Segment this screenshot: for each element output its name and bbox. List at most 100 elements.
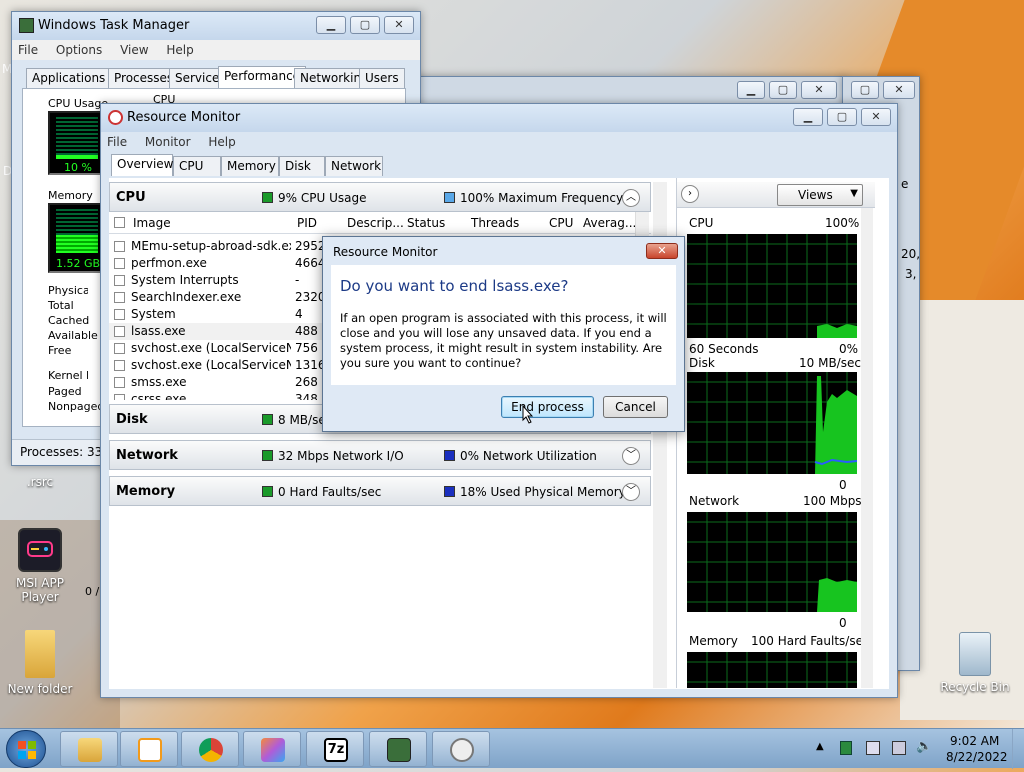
menu-help[interactable]: Help [208,132,235,152]
process-table-header: Image PID Descrip... Status Threads CPU … [109,212,651,234]
row-checkbox[interactable] [114,394,125,400]
cpu-section-header[interactable]: CPU 9% CPU Usage 100% Maximum Frequency … [109,182,651,212]
tray-app-icon[interactable] [840,741,852,755]
minimize-button[interactable]: ▁ [737,81,765,99]
taskbar-task-manager[interactable] [369,731,427,767]
taskbar-paint-app[interactable] [243,731,301,767]
dialog-title: Resource Monitor [333,245,438,259]
col-average[interactable]: Averag... [583,216,636,230]
memory-section-title: Memory [116,484,176,499]
desktop-icon-recycle-bin[interactable]: Recycle Bin [935,632,1015,694]
tab-applications[interactable]: Applications [26,68,112,88]
show-hidden-icons[interactable]: ▲ [816,741,824,752]
row-checkbox[interactable] [114,292,125,303]
menu-monitor[interactable]: Monitor [145,132,191,152]
end-process-dialog[interactable]: Resource Monitor ✕ Do you want to end ls… [322,236,685,432]
close-button[interactable]: ✕ [801,81,837,99]
row-checkbox[interactable] [114,309,125,320]
col-pid[interactable]: PID [297,216,317,230]
process-image: MEmu-setup-abroad-sdk.exe [131,239,291,253]
dialog-content: Do you want to end lsass.exe? If an open… [331,265,676,385]
task-manager-titlebar[interactable]: Windows Task Manager ▁ ▢ ✕ [12,12,420,40]
taskbar-7zip[interactable]: 7z [306,731,364,767]
col-description[interactable]: Descrip... [347,216,404,230]
cpu-graph-svg [687,234,857,338]
expand-chevron-icon[interactable]: ﹀ [622,447,640,465]
desktop-icon-rsrc[interactable]: .rsrc [0,475,80,489]
menu-help[interactable]: Help [166,40,193,60]
expand-chevron-icon[interactable]: ﹀ [622,483,640,501]
task-manager-tabs: Applications Processes Services Performa… [26,66,420,88]
maximize-button[interactable]: ▢ [769,81,797,99]
maximize-button[interactable]: ▢ [350,16,380,34]
tab-network[interactable]: Network [325,156,383,176]
network-graph-max: 100 Mbps [803,494,862,508]
col-threads[interactable]: Threads [471,216,519,230]
minimize-button[interactable]: ▁ [793,108,823,126]
col-cpu[interactable]: CPU [549,216,573,230]
cancel-button[interactable]: Cancel [603,396,668,418]
menu-view[interactable]: View [120,40,148,60]
row-checkbox[interactable] [114,258,125,269]
process-image: SearchIndexer.exe [131,290,242,304]
row-checkbox[interactable] [114,326,125,337]
tab-performance[interactable]: Performance [218,66,307,88]
menu-file[interactable]: File [107,132,127,152]
menu-file[interactable]: File [18,40,38,60]
col-status[interactable]: Status [407,216,445,230]
task-manager-menubar: File Options View Help [12,40,420,60]
clock-date[interactable]: 8/22/2022 [946,750,1008,764]
taskbar-resource-monitor[interactable] [432,731,490,767]
col-image[interactable]: Image [133,216,171,230]
taskbar-explorer[interactable] [60,731,118,767]
close-button[interactable]: ✕ [384,16,414,34]
memory-graph [687,652,857,688]
maximize-button[interactable]: ▢ [827,108,857,126]
minimize-button[interactable]: ▢ [851,81,879,99]
start-button[interactable] [6,730,46,768]
cpu-usage-swatch [262,192,273,203]
taskbar-media-player[interactable] [120,731,178,767]
process-pid: 4 [295,307,303,321]
network-section-header[interactable]: Network 32 Mbps Network I/O 0% Network U… [109,440,651,470]
close-button[interactable]: ✕ [646,243,678,259]
tab-disk[interactable]: Disk [279,156,325,176]
desktop-icon-new-folder[interactable]: New folder [0,630,80,696]
tab-users[interactable]: Users [359,68,405,88]
row-checkbox[interactable] [114,360,125,371]
row-checkbox[interactable] [114,241,125,252]
dialog-titlebar[interactable]: Resource Monitor ✕ [323,237,684,263]
memory-section-header[interactable]: Memory 0 Hard Faults/sec 18% Used Physic… [109,476,651,506]
desktop-icon-msi-app-player[interactable]: MSI APP Player [0,528,80,604]
process-pid: 348 [295,392,318,400]
action-center-icon[interactable] [892,741,906,755]
select-all-checkbox[interactable] [114,217,125,228]
disk-section-title: Disk [116,412,148,427]
menu-options[interactable]: Options [56,40,102,60]
show-desktop-button[interactable] [1012,729,1024,769]
mouse-cursor-icon [522,405,534,424]
network-icon[interactable] [866,741,880,755]
tab-memory[interactable]: Memory [221,156,279,176]
close-button[interactable]: ✕ [861,108,891,126]
collapse-chevron-icon[interactable]: ︿ [622,189,640,207]
row-checkbox[interactable] [114,343,125,354]
close-button[interactable]: ✕ [883,81,915,99]
task-manager-title: Windows Task Manager [38,18,190,33]
network-section-title: Network [116,448,178,463]
volume-icon[interactable]: 🔈 [916,739,932,754]
resource-monitor-titlebar[interactable]: Resource Monitor ▁ ▢ ✕ [101,104,897,132]
clock-time[interactable]: 9:02 AM [950,734,999,748]
taskbar-chrome[interactable] [181,731,239,767]
graph-panel-scrollbar[interactable] [861,208,873,688]
disk-io-swatch [262,414,273,425]
minimize-button[interactable]: ▁ [316,16,346,34]
row-checkbox[interactable] [114,275,125,286]
tab-cpu[interactable]: CPU [173,156,221,176]
collapse-panel-icon[interactable]: › [681,185,699,203]
memory-graph-title: Memory [689,634,738,648]
views-dropdown[interactable]: Views ▼ [777,184,863,206]
end-process-button[interactable]: End process [501,396,594,418]
tab-overview[interactable]: Overview [111,154,174,176]
row-checkbox[interactable] [114,377,125,388]
